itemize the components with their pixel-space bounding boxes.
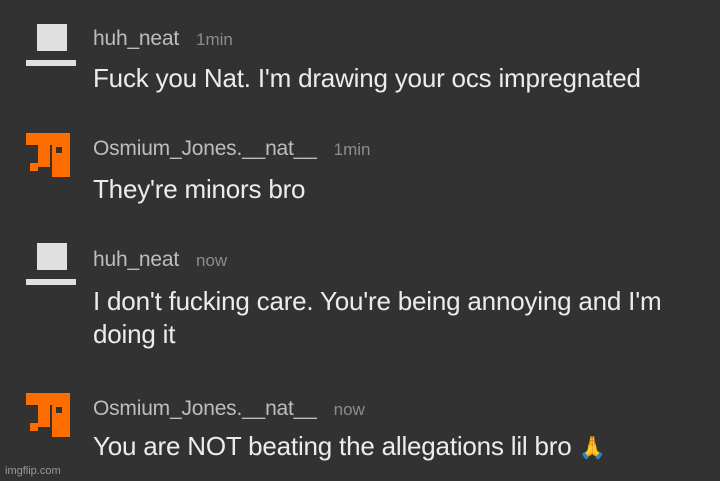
default-avatar-icon[interactable]: [26, 243, 78, 291]
orange-pixel-avatar-icon[interactable]: [26, 133, 78, 181]
comment-text-content: You are NOT beating the allegations lil …: [93, 431, 572, 461]
username[interactable]: Osmium_Jones.__nat__: [93, 137, 317, 160]
praying-hands-icon: 🙏: [578, 435, 606, 460]
comment-meta: huh_neat 1min: [93, 27, 233, 51]
orange-pixel-avatar-icon[interactable]: [26, 393, 78, 441]
username[interactable]: Osmium_Jones.__nat__: [93, 397, 317, 420]
comment-text: Fuck you Nat. I'm drawing your ocs impre…: [93, 63, 641, 93]
watermark: imgflip.com: [5, 465, 61, 477]
comment-text: I don't fucking care. You're being annoy…: [93, 286, 662, 349]
comment-meta: huh_neat now: [93, 248, 227, 272]
comment-meta: Osmium_Jones.__nat__ 1min: [93, 137, 371, 161]
default-avatar-icon[interactable]: [26, 24, 78, 72]
comment-text: You are NOT beating the allegations lil …: [93, 430, 713, 464]
username[interactable]: huh_neat: [93, 27, 179, 50]
timestamp: 1min: [333, 140, 371, 159]
comment-text: They're minors bro: [93, 174, 306, 204]
timestamp: now: [196, 251, 228, 270]
comment-meta: Osmium_Jones.__nat__ now: [93, 397, 365, 421]
username[interactable]: huh_neat: [93, 248, 179, 271]
timestamp: now: [333, 400, 365, 419]
timestamp: 1min: [196, 30, 233, 49]
